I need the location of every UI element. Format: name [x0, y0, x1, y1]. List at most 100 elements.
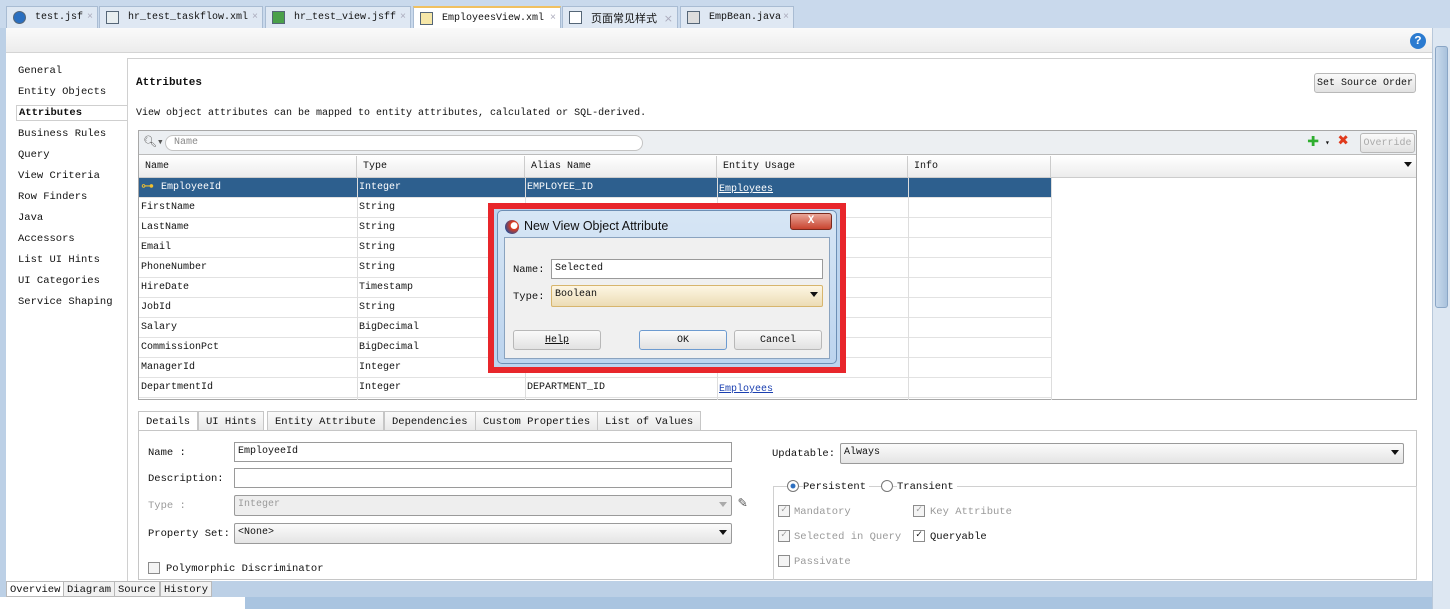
- dialog-name-input[interactable]: Selected: [551, 259, 823, 279]
- cell-name: JobId: [141, 302, 172, 313]
- edit-pencil-icon[interactable]: ✎: [738, 493, 747, 512]
- nav-query[interactable]: Query: [18, 149, 50, 161]
- cell-name: LastName: [141, 222, 190, 233]
- selected-in-query-checkbox[interactable]: ✓: [778, 530, 790, 542]
- bottom-tab-diagram[interactable]: Diagram: [63, 581, 116, 597]
- column-header-filler: [1051, 156, 1416, 178]
- column-header-alias[interactable]: Alias Name: [525, 156, 717, 178]
- nav-view-criteria[interactable]: View Criteria: [18, 170, 100, 182]
- nav-general[interactable]: General: [18, 65, 62, 77]
- tab-list-of-values[interactable]: List of Values: [597, 411, 702, 431]
- queryable-checkbox[interactable]: ✓: [913, 530, 925, 542]
- close-tab-icon[interactable]: ×: [664, 12, 673, 25]
- close-tab-icon[interactable]: ×: [783, 12, 789, 23]
- vertical-scrollbar[interactable]: [1432, 28, 1450, 609]
- type-select[interactable]: Integer: [234, 495, 732, 516]
- cell-name: EmployeeId: [161, 182, 222, 193]
- property-set-label: Property Set:: [148, 528, 230, 540]
- updatable-select[interactable]: Always: [840, 443, 1404, 464]
- file-tab-employees-view[interactable]: EmployeesView.xml ×: [413, 6, 561, 28]
- tab-dependencies[interactable]: Dependencies: [384, 411, 476, 431]
- chevron-down-icon: [719, 530, 727, 535]
- transient-radio[interactable]: [881, 480, 893, 492]
- nav-entity-objects[interactable]: Entity Objects: [18, 86, 106, 98]
- nav-business-rules[interactable]: Business Rules: [18, 128, 106, 140]
- filter-bar: 🔍︎▾ Name ✚ ▾ ✖ Override: [139, 131, 1416, 155]
- close-tab-icon[interactable]: ×: [550, 13, 556, 24]
- chevron-down-icon: [719, 502, 727, 507]
- polymorphic-label: Polymorphic Discriminator: [166, 563, 324, 575]
- close-tab-icon[interactable]: ×: [400, 12, 406, 23]
- nav-accessors[interactable]: Accessors: [18, 233, 75, 245]
- dialog-cancel-button[interactable]: Cancel: [734, 330, 822, 350]
- close-tab-icon[interactable]: ×: [87, 12, 93, 23]
- taskflow-icon: [106, 11, 119, 24]
- delete-icon[interactable]: ✖: [1338, 131, 1349, 153]
- dialog-ok-button[interactable]: OK: [639, 330, 727, 350]
- persistent-radio[interactable]: [787, 480, 799, 492]
- cell-type: String: [359, 262, 396, 273]
- scrollbar-thumb[interactable]: [1435, 46, 1448, 308]
- bottom-tab-history[interactable]: History: [160, 581, 213, 597]
- cell-name: Salary: [141, 322, 178, 333]
- cell-type: String: [359, 302, 396, 313]
- dialog-name-label: Name:: [513, 264, 545, 276]
- passivate-checkbox[interactable]: [778, 555, 790, 567]
- dialog-close-button[interactable]: X: [790, 213, 832, 230]
- description-field[interactable]: [234, 468, 732, 488]
- search-icon[interactable]: 🔍︎▾: [143, 135, 164, 149]
- cell-type: String: [359, 202, 396, 213]
- file-tab-test-jsf[interactable]: test.jsf ×: [6, 6, 98, 28]
- app-logo-icon: [505, 220, 519, 234]
- bottom-tab-overview[interactable]: Overview: [6, 581, 65, 597]
- column-header-entity-usage[interactable]: Entity Usage: [717, 156, 908, 178]
- cell-entity-usage[interactable]: Employees: [719, 184, 773, 195]
- nav-list-ui-hints[interactable]: List UI Hints: [18, 254, 100, 266]
- polymorphic-checkbox[interactable]: [148, 562, 160, 574]
- close-tab-icon[interactable]: ×: [252, 12, 258, 23]
- override-button[interactable]: Override: [1360, 133, 1415, 153]
- add-dropdown-icon[interactable]: ▾: [1325, 138, 1330, 148]
- tab-ui-hints[interactable]: UI Hints: [198, 411, 265, 431]
- add-icon[interactable]: ✚: [1307, 131, 1319, 153]
- nav-ui-categories[interactable]: UI Categories: [18, 275, 100, 287]
- key-icon: ⊶: [141, 179, 154, 194]
- search-input[interactable]: Name: [165, 135, 643, 151]
- nav-java[interactable]: Java: [18, 212, 43, 224]
- dialog-type-label: Type:: [513, 291, 545, 303]
- help-icon[interactable]: ?: [1410, 33, 1426, 49]
- file-tab-view-jsff[interactable]: hr_test_view.jsff ×: [265, 6, 411, 28]
- cell-name: CommissionPct: [141, 342, 220, 353]
- column-menu-icon[interactable]: [1404, 162, 1412, 167]
- nav-row-finders[interactable]: Row Finders: [18, 191, 87, 203]
- tab-custom-properties[interactable]: Custom Properties: [475, 411, 599, 431]
- table-row[interactable]: DepartmentId Integer DEPARTMENT_ID Employee…: [139, 378, 1051, 398]
- bottom-tab-source[interactable]: Source: [114, 581, 160, 597]
- cell-entity-usage[interactable]: Employees: [719, 384, 773, 395]
- set-source-order-button[interactable]: Set Source Order: [1314, 73, 1416, 93]
- column-header-type[interactable]: Type: [357, 156, 525, 178]
- mandatory-checkbox[interactable]: ✓: [778, 505, 790, 517]
- tab-details[interactable]: Details: [138, 411, 199, 432]
- table-row[interactable]: EmployeeId Integer EMPLOYEE_ID Employees ⊶: [139, 178, 1051, 198]
- globe-icon: [13, 11, 26, 24]
- key-attribute-label: Key Attribute: [930, 506, 1012, 518]
- column-header-info[interactable]: Info: [908, 156, 1051, 178]
- property-set-select[interactable]: <None>: [234, 523, 732, 544]
- nav-attributes[interactable]: Attributes: [16, 105, 128, 121]
- name-label: Name :: [148, 447, 186, 459]
- file-tab-page-styles[interactable]: 页面常见样式 ×: [562, 6, 678, 28]
- cell-name: PhoneNumber: [141, 262, 208, 273]
- tab-entity-attribute[interactable]: Entity Attribute: [267, 411, 384, 431]
- file-tab-taskflow[interactable]: hr_test_taskflow.xml ×: [99, 6, 263, 28]
- dialog-help-button[interactable]: Help: [513, 330, 601, 350]
- dialog-body: Name: Selected Type: Boolean Help OK Can…: [504, 237, 830, 359]
- nav-service-shaping[interactable]: Service Shaping: [18, 296, 113, 308]
- cell-name: HireDate: [141, 282, 190, 293]
- file-tab-empbean[interactable]: EmpBean.java ×: [680, 6, 794, 28]
- name-field[interactable]: EmployeeId: [234, 442, 732, 462]
- dialog-type-select[interactable]: Boolean: [551, 285, 823, 307]
- column-header-name[interactable]: Name: [139, 156, 357, 178]
- key-attribute-checkbox[interactable]: ✓: [913, 505, 925, 517]
- cell-alias: EMPLOYEE_ID: [527, 182, 594, 193]
